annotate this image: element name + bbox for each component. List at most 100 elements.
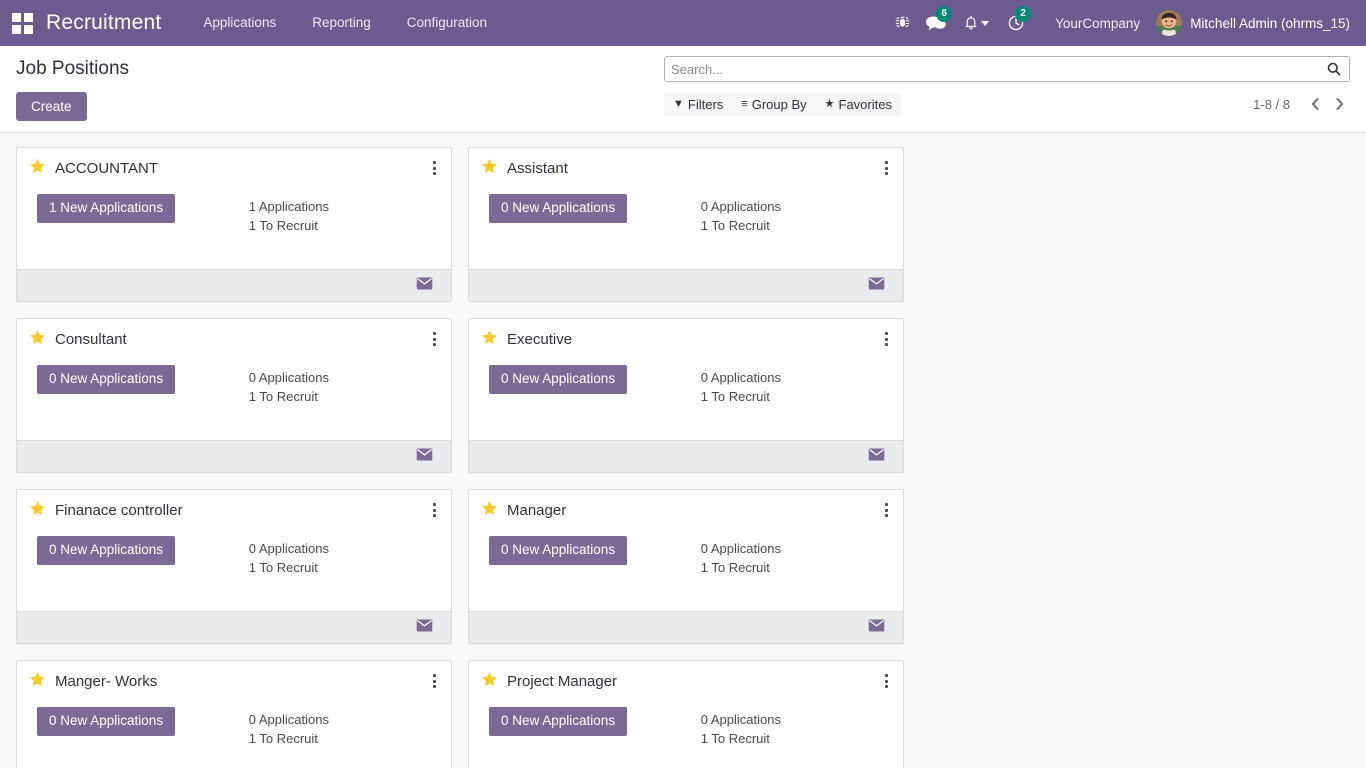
envelope-icon[interactable] [868, 277, 885, 295]
kebab-menu-icon[interactable] [877, 329, 895, 349]
chevron-right-icon[interactable] [1328, 93, 1350, 115]
favorite-star-icon[interactable] [481, 500, 498, 522]
favorite-star-icon[interactable] [481, 671, 498, 693]
new-applications-button[interactable]: 0 New Applications [489, 707, 628, 736]
favorite-star-icon[interactable] [29, 329, 46, 351]
job-position-title: Project Manager [507, 673, 618, 690]
card-stats: 0 Applications 1 To Recruit [701, 707, 781, 748]
applications-count: 1 Applications [248, 199, 329, 214]
favorite-star-icon[interactable] [29, 158, 46, 180]
activity-clock-icon[interactable]: 2 [999, 0, 1033, 46]
job-position-card-3[interactable]: Executive 0 New Applications 0 Applicati… [468, 318, 904, 473]
envelope-icon[interactable] [416, 619, 433, 637]
job-position-card-0[interactable]: ACCOUNTANT 1 New Applications 1 Applicat… [16, 147, 452, 302]
menu-item-applications[interactable]: Applications [185, 0, 294, 46]
card-body: Manager 0 New Applications 0 Application… [469, 490, 903, 611]
user-menu[interactable]: Mitchell Admin (ohrms_15) [1156, 10, 1352, 36]
group-by-button[interactable]: ≡ Group By [732, 93, 815, 116]
kebab-menu-icon[interactable] [877, 671, 895, 691]
card-stats: 1 Applications 1 To Recruit [249, 194, 329, 235]
card-header: Executive [481, 329, 891, 351]
kebab-menu-icon[interactable] [877, 500, 895, 520]
kebab-menu-icon[interactable] [425, 158, 443, 178]
job-position-card-4[interactable]: Finanace controller 0 New Applications 0… [16, 489, 452, 644]
card-header: Manger- Works [29, 671, 439, 693]
card-header: Project Manager [481, 671, 891, 693]
search-icon[interactable] [1327, 62, 1341, 76]
card-stats: 0 Applications 1 To Recruit [249, 707, 329, 748]
job-position-title: Finanace controller [55, 502, 183, 519]
favorite-star-icon[interactable] [29, 671, 46, 693]
apps-grid-icon[interactable] [8, 8, 36, 38]
company-switcher[interactable]: YourCompany [1033, 16, 1156, 31]
page-title: Job Positions [16, 58, 130, 79]
card-footer [17, 440, 451, 472]
job-position-card-2[interactable]: Consultant 0 New Applications 0 Applicat… [16, 318, 452, 473]
card-footer [17, 269, 451, 301]
applications-count: 0 Applications [700, 370, 781, 385]
kebab-menu-icon[interactable] [425, 329, 443, 349]
card-body: Assistant 0 New Applications 0 Applicati… [469, 148, 903, 269]
control-panel-right: ▼ Filters ≡ Group By ★ Favorites 1-8 / 8 [664, 56, 1350, 117]
menu-item-reporting[interactable]: Reporting [294, 0, 389, 46]
kebab-menu-icon[interactable] [425, 671, 443, 691]
job-position-title: ACCOUNTANT [55, 160, 159, 177]
applications-count: 0 Applications [700, 541, 781, 556]
menu-item-configuration[interactable]: Configuration [389, 0, 505, 46]
new-applications-button[interactable]: 0 New Applications [37, 365, 176, 394]
favorite-star-icon[interactable] [29, 500, 46, 522]
favorites-button[interactable]: ★ Favorites [816, 93, 901, 116]
bell-icon[interactable] [953, 0, 999, 46]
card-main: 1 New Applications 1 Applications 1 To R… [29, 194, 439, 235]
username-label: Mitchell Admin (ohrms_15) [1190, 15, 1350, 31]
search-bar[interactable] [664, 56, 1350, 82]
card-main: 0 New Applications 0 Applications 1 To R… [29, 707, 439, 748]
favorite-star-icon[interactable] [481, 158, 498, 180]
envelope-icon[interactable] [416, 277, 433, 295]
kebab-menu-icon[interactable] [877, 158, 895, 178]
card-main: 0 New Applications 0 Applications 1 To R… [29, 365, 439, 406]
activities-badge: 2 [1015, 6, 1032, 22]
filters-label: Filters [687, 96, 724, 112]
control-panel: Job Positions Create ▼ Filters ≡ Grou [0, 46, 1366, 133]
to-recruit-count: 1 To Recruit [700, 731, 770, 746]
create-button[interactable]: Create [16, 92, 87, 121]
favorite-star-icon[interactable] [481, 329, 498, 351]
card-body: Executive 0 New Applications 0 Applicati… [469, 319, 903, 440]
card-stats: 0 Applications 1 To Recruit [701, 365, 781, 406]
navbar-right-section: 6 2 YourCompany Mitchell Admin (ohrms_15… [885, 0, 1352, 46]
new-applications-button[interactable]: 1 New Applications [37, 194, 176, 223]
job-position-card-5[interactable]: Manager 0 New Applications 0 Application… [468, 489, 904, 644]
filter-tool-group: ▼ Filters ≡ Group By ★ Favorites [664, 92, 901, 116]
new-applications-button[interactable]: 0 New Applications [37, 707, 176, 736]
card-header: Manager [481, 500, 891, 522]
applications-count: 0 Applications [248, 370, 329, 385]
envelope-icon[interactable] [868, 448, 885, 466]
card-main: 0 New Applications 0 Applications 1 To R… [481, 365, 891, 406]
filters-button[interactable]: ▼ Filters [664, 93, 732, 116]
bug-icon[interactable] [885, 0, 919, 46]
envelope-icon[interactable] [416, 448, 433, 466]
new-applications-button[interactable]: 0 New Applications [37, 536, 176, 565]
kebab-menu-icon[interactable] [425, 500, 443, 520]
job-position-card-7[interactable]: Project Manager 0 New Applications 0 App… [468, 660, 904, 768]
to-recruit-count: 1 To Recruit [248, 389, 318, 404]
group-by-icon: ≡ [741, 97, 748, 110]
new-applications-button[interactable]: 0 New Applications [489, 194, 628, 223]
bell-dropdown-caret-icon[interactable] [980, 20, 989, 26]
job-position-card-6[interactable]: Manger- Works 0 New Applications 0 Appli… [16, 660, 452, 768]
new-applications-button[interactable]: 0 New Applications [489, 536, 628, 565]
main-menu: Applications Reporting Configuration [185, 0, 505, 46]
messages-icon[interactable]: 6 [919, 0, 953, 46]
card-stats: 0 Applications 1 To Recruit [701, 536, 781, 577]
group-by-label: Group By [751, 96, 807, 112]
envelope-icon[interactable] [868, 619, 885, 637]
new-applications-button[interactable]: 0 New Applications [489, 365, 628, 394]
search-input[interactable] [671, 61, 1327, 77]
job-position-title: Manager [507, 502, 567, 519]
job-position-card-1[interactable]: Assistant 0 New Applications 0 Applicati… [468, 147, 904, 302]
to-recruit-count: 1 To Recruit [248, 560, 318, 575]
card-body: ACCOUNTANT 1 New Applications 1 Applicat… [17, 148, 451, 269]
to-recruit-count: 1 To Recruit [700, 389, 770, 404]
chevron-left-icon[interactable] [1304, 93, 1326, 115]
